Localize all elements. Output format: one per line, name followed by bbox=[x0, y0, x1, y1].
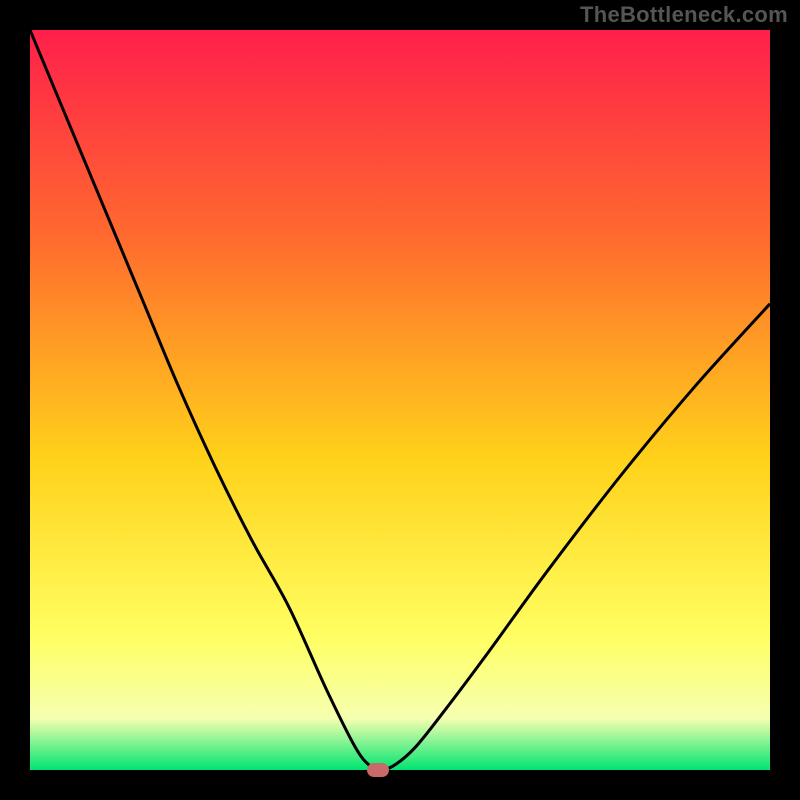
chart-svg bbox=[30, 30, 770, 770]
optimum-marker bbox=[367, 763, 389, 777]
watermark-text: TheBottleneck.com bbox=[580, 2, 788, 28]
chart-plot-area bbox=[30, 30, 770, 770]
chart-background-gradient bbox=[30, 30, 770, 770]
chart-stage: TheBottleneck.com bbox=[0, 0, 800, 800]
